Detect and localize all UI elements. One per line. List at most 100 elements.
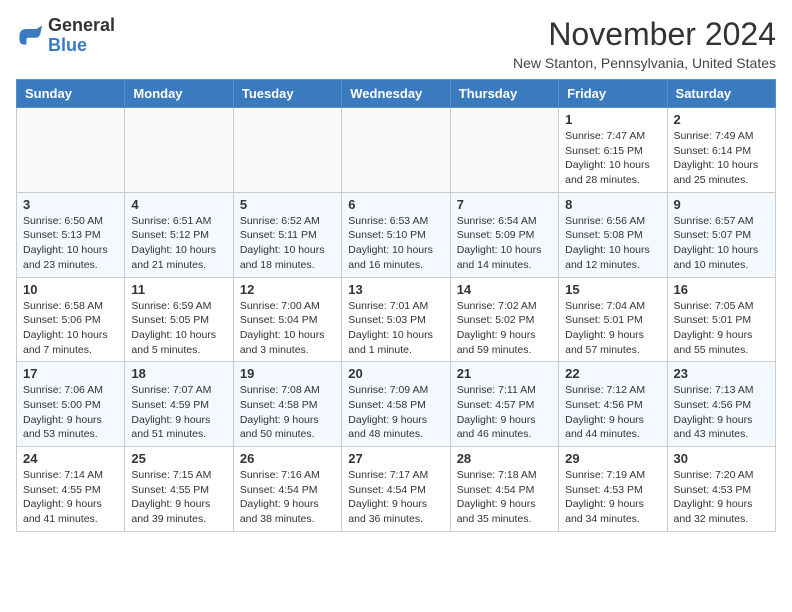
day-number: 17 xyxy=(23,366,118,381)
calendar-table: SundayMondayTuesdayWednesdayThursdayFrid… xyxy=(16,79,776,532)
day-number: 2 xyxy=(674,112,769,127)
calendar-day-cell: 8Sunrise: 6:56 AM Sunset: 5:08 PM Daylig… xyxy=(559,192,667,277)
calendar-day-cell: 12 Sunrise: 7:00 AM Sunset: 5:04 PM Dayli… xyxy=(233,277,341,362)
calendar-day-cell: 4Sunrise: 6:51 AM Sunset: 5:12 PM Daylig… xyxy=(125,192,233,277)
calendar-day-cell: 28Sunrise: 7:18 AM Sunset: 4:54 PM Dayli… xyxy=(450,447,558,532)
weekday-header-tuesday: Tuesday xyxy=(233,80,341,108)
calendar-day-cell: 10 Sunrise: 6:58 AM Sunset: 5:06 PM Dayli… xyxy=(17,277,125,362)
calendar-day-cell: 6 Sunrise: 6:53 AM Sunset: 5:10 PM Daylig… xyxy=(342,192,450,277)
weekday-header-sunday: Sunday xyxy=(17,80,125,108)
day-number: 12 xyxy=(240,282,335,297)
calendar-day-cell: 9Sunrise: 6:57 AM Sunset: 5:07 PM Daylig… xyxy=(667,192,775,277)
logo-icon xyxy=(16,22,44,50)
calendar-day-cell: 24 Sunrise: 7:14 AM Sunset: 4:55 PM Dayli… xyxy=(17,447,125,532)
day-info: Sunrise: 7:09 AM Sunset: 4:58 PM Dayligh… xyxy=(348,383,443,442)
calendar-day-cell xyxy=(233,108,341,193)
day-number: 27 xyxy=(348,451,443,466)
day-number: 26 xyxy=(240,451,335,466)
day-info: Sunrise: 6:50 AM Sunset: 5:13 PM Dayligh… xyxy=(23,214,118,273)
month-title: November 2024 xyxy=(513,16,776,53)
calendar-day-cell: 21 Sunrise: 7:11 AM Sunset: 4:57 PM Dayli… xyxy=(450,362,558,447)
day-info: Sunrise: 7:11 AM Sunset: 4:57 PM Dayligh… xyxy=(457,383,552,442)
day-number: 1 xyxy=(565,112,660,127)
calendar-day-cell: 17 Sunrise: 7:06 AM Sunset: 5:00 PM Dayli… xyxy=(17,362,125,447)
calendar-day-cell: 2 Sunrise: 7:49 AM Sunset: 6:14 PM Daylig… xyxy=(667,108,775,193)
calendar-day-cell: 13Sunrise: 7:01 AM Sunset: 5:03 PM Dayli… xyxy=(342,277,450,362)
day-info: Sunrise: 7:12 AM Sunset: 4:56 PM Dayligh… xyxy=(565,383,660,442)
day-info: Sunrise: 6:51 AM Sunset: 5:12 PM Dayligh… xyxy=(131,214,226,273)
calendar-day-cell: 5 Sunrise: 6:52 AM Sunset: 5:11 PM Daylig… xyxy=(233,192,341,277)
day-info: Sunrise: 7:06 AM Sunset: 5:00 PM Dayligh… xyxy=(23,383,118,442)
day-number: 21 xyxy=(457,366,552,381)
calendar-day-cell: 29 Sunrise: 7:19 AM Sunset: 4:53 PM Dayli… xyxy=(559,447,667,532)
logo-text: General Blue xyxy=(48,16,115,56)
day-number: 8 xyxy=(565,197,660,212)
day-info: Sunrise: 7:15 AM Sunset: 4:55 PM Dayligh… xyxy=(131,468,226,527)
day-info: Sunrise: 7:02 AM Sunset: 5:02 PM Dayligh… xyxy=(457,299,552,358)
day-info: Sunrise: 7:17 AM Sunset: 4:54 PM Dayligh… xyxy=(348,468,443,527)
calendar-week-row: 17 Sunrise: 7:06 AM Sunset: 5:00 PM Dayli… xyxy=(17,362,776,447)
calendar-week-row: 10 Sunrise: 6:58 AM Sunset: 5:06 PM Dayli… xyxy=(17,277,776,362)
calendar-day-cell: 18 Sunrise: 7:07 AM Sunset: 4:59 PM Dayli… xyxy=(125,362,233,447)
day-number: 28 xyxy=(457,451,552,466)
calendar-day-cell xyxy=(342,108,450,193)
day-info: Sunrise: 7:07 AM Sunset: 4:59 PM Dayligh… xyxy=(131,383,226,442)
day-number: 14 xyxy=(457,282,552,297)
calendar-day-cell: 30Sunrise: 7:20 AM Sunset: 4:53 PM Dayli… xyxy=(667,447,775,532)
day-number: 22 xyxy=(565,366,660,381)
calendar-day-cell: 19 Sunrise: 7:08 AM Sunset: 4:58 PM Dayli… xyxy=(233,362,341,447)
calendar-week-row: 1 Sunrise: 7:47 AM Sunset: 6:15 PM Daylig… xyxy=(17,108,776,193)
day-number: 29 xyxy=(565,451,660,466)
day-info: Sunrise: 7:05 AM Sunset: 5:01 PM Dayligh… xyxy=(674,299,769,358)
day-info: Sunrise: 7:00 AM Sunset: 5:04 PM Dayligh… xyxy=(240,299,335,358)
day-number: 18 xyxy=(131,366,226,381)
day-info: Sunrise: 6:58 AM Sunset: 5:06 PM Dayligh… xyxy=(23,299,118,358)
calendar-day-cell xyxy=(450,108,558,193)
day-number: 24 xyxy=(23,451,118,466)
weekday-header-wednesday: Wednesday xyxy=(342,80,450,108)
calendar-day-cell: 1 Sunrise: 7:47 AM Sunset: 6:15 PM Daylig… xyxy=(559,108,667,193)
weekday-header-thursday: Thursday xyxy=(450,80,558,108)
day-info: Sunrise: 6:52 AM Sunset: 5:11 PM Dayligh… xyxy=(240,214,335,273)
day-number: 9 xyxy=(674,197,769,212)
day-info: Sunrise: 7:49 AM Sunset: 6:14 PM Dayligh… xyxy=(674,129,769,188)
calendar-day-cell: 20Sunrise: 7:09 AM Sunset: 4:58 PM Dayli… xyxy=(342,362,450,447)
day-number: 15 xyxy=(565,282,660,297)
calendar-day-cell: 23Sunrise: 7:13 AM Sunset: 4:56 PM Dayli… xyxy=(667,362,775,447)
day-number: 19 xyxy=(240,366,335,381)
day-number: 11 xyxy=(131,282,226,297)
day-info: Sunrise: 7:16 AM Sunset: 4:54 PM Dayligh… xyxy=(240,468,335,527)
calendar-day-cell: 7Sunrise: 6:54 AM Sunset: 5:09 PM Daylig… xyxy=(450,192,558,277)
day-info: Sunrise: 7:19 AM Sunset: 4:53 PM Dayligh… xyxy=(565,468,660,527)
day-info: Sunrise: 7:20 AM Sunset: 4:53 PM Dayligh… xyxy=(674,468,769,527)
calendar-day-cell: 15 Sunrise: 7:04 AM Sunset: 5:01 PM Dayli… xyxy=(559,277,667,362)
day-number: 5 xyxy=(240,197,335,212)
calendar-day-cell: 26 Sunrise: 7:16 AM Sunset: 4:54 PM Dayli… xyxy=(233,447,341,532)
title-block: November 2024 New Stanton, Pennsylvania,… xyxy=(513,16,776,71)
calendar-day-cell: 22 Sunrise: 7:12 AM Sunset: 4:56 PM Dayli… xyxy=(559,362,667,447)
day-info: Sunrise: 7:01 AM Sunset: 5:03 PM Dayligh… xyxy=(348,299,443,358)
day-info: Sunrise: 7:08 AM Sunset: 4:58 PM Dayligh… xyxy=(240,383,335,442)
location-subtitle: New Stanton, Pennsylvania, United States xyxy=(513,55,776,71)
weekday-header-saturday: Saturday xyxy=(667,80,775,108)
day-number: 10 xyxy=(23,282,118,297)
calendar-header-row: SundayMondayTuesdayWednesdayThursdayFrid… xyxy=(17,80,776,108)
day-info: Sunrise: 6:53 AM Sunset: 5:10 PM Dayligh… xyxy=(348,214,443,273)
day-info: Sunrise: 7:04 AM Sunset: 5:01 PM Dayligh… xyxy=(565,299,660,358)
calendar-week-row: 24 Sunrise: 7:14 AM Sunset: 4:55 PM Dayli… xyxy=(17,447,776,532)
logo: General Blue xyxy=(16,16,115,56)
calendar-day-cell: 11Sunrise: 6:59 AM Sunset: 5:05 PM Dayli… xyxy=(125,277,233,362)
weekday-header-monday: Monday xyxy=(125,80,233,108)
day-info: Sunrise: 7:47 AM Sunset: 6:15 PM Dayligh… xyxy=(565,129,660,188)
calendar-day-cell: 14 Sunrise: 7:02 AM Sunset: 5:02 PM Dayli… xyxy=(450,277,558,362)
calendar-day-cell xyxy=(125,108,233,193)
calendar-day-cell: 25 Sunrise: 7:15 AM Sunset: 4:55 PM Dayli… xyxy=(125,447,233,532)
day-number: 3 xyxy=(23,197,118,212)
day-info: Sunrise: 7:14 AM Sunset: 4:55 PM Dayligh… xyxy=(23,468,118,527)
calendar-day-cell xyxy=(17,108,125,193)
day-number: 23 xyxy=(674,366,769,381)
calendar-day-cell: 16Sunrise: 7:05 AM Sunset: 5:01 PM Dayli… xyxy=(667,277,775,362)
day-number: 6 xyxy=(348,197,443,212)
calendar-day-cell: 3 Sunrise: 6:50 AM Sunset: 5:13 PM Daylig… xyxy=(17,192,125,277)
day-number: 25 xyxy=(131,451,226,466)
